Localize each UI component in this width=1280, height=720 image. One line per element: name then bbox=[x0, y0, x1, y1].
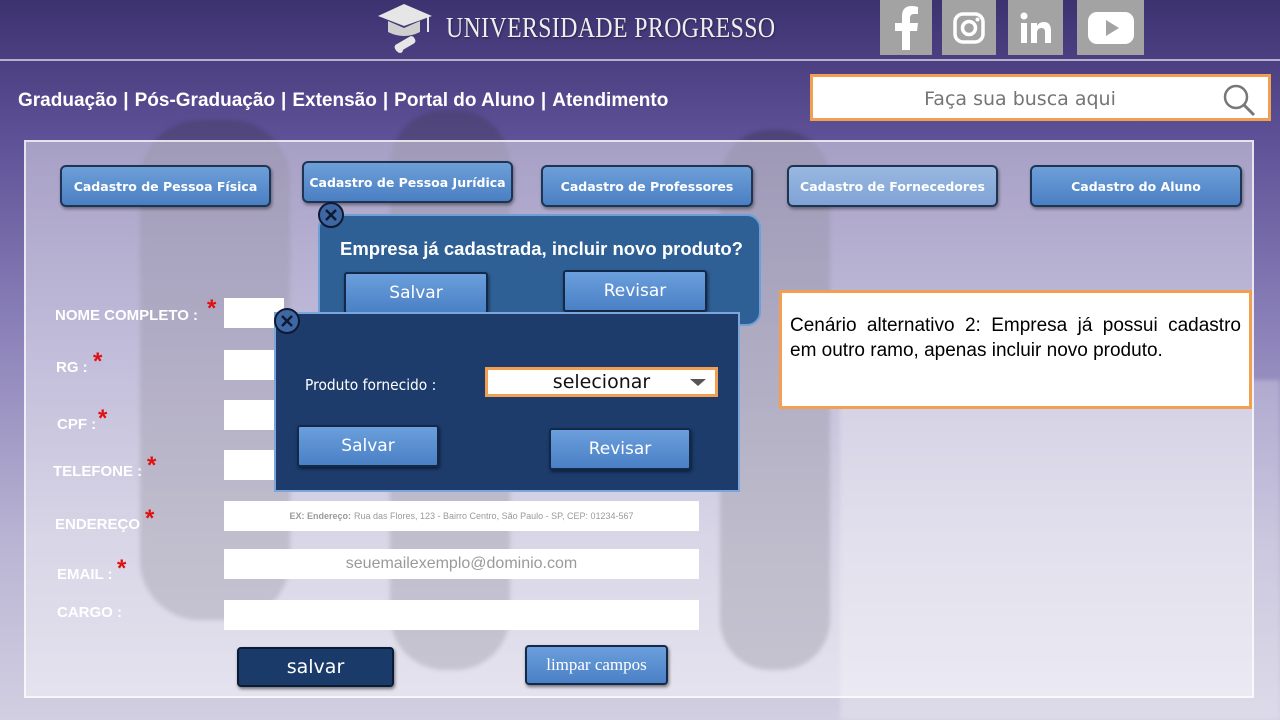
tab-aluno[interactable]: Cadastro do Aluno bbox=[1030, 165, 1242, 207]
search-box bbox=[810, 74, 1271, 121]
facebook-icon bbox=[895, 5, 918, 50]
label-rg: RG : bbox=[56, 359, 88, 376]
nav-item-pos-graduacao[interactable]: Pós-Graduação bbox=[135, 90, 275, 111]
product-select-value: selecionar bbox=[552, 371, 651, 393]
search-input[interactable] bbox=[823, 83, 1217, 115]
confirm-review-button[interactable]: Revisar bbox=[563, 270, 707, 312]
university-name: UNIVERSIDADE PROGRESSO bbox=[446, 11, 776, 44]
endereco-field[interactable]: EX: Endereço: Rua das Flores, 123 - Bairr… bbox=[224, 501, 699, 531]
nav-separator: | bbox=[540, 90, 547, 111]
tab-pessoa-fisica[interactable]: Cadastro de Pessoa Física bbox=[60, 165, 271, 207]
instagram-link[interactable] bbox=[942, 0, 996, 55]
nav-separator: | bbox=[382, 90, 389, 111]
close-product-dialog-button[interactable] bbox=[274, 308, 300, 334]
required-mark: * bbox=[117, 555, 127, 582]
required-mark: * bbox=[207, 295, 217, 322]
close-icon bbox=[281, 315, 293, 327]
chevron-down-icon bbox=[690, 379, 706, 386]
product-save-button[interactable]: Salvar bbox=[297, 425, 439, 467]
nav-item-graduacao[interactable]: Graduação bbox=[18, 90, 117, 111]
linkedin-icon bbox=[1020, 12, 1051, 43]
tab-professores[interactable]: Cadastro de Professores bbox=[541, 165, 753, 207]
scenario-note: Cenário alternativo 2: Empresa já possui… bbox=[779, 290, 1252, 409]
label-cpf: CPF : bbox=[57, 416, 97, 433]
nav-item-portal-aluno[interactable]: Portal do Aluno bbox=[394, 90, 535, 111]
telefone-field[interactable] bbox=[224, 450, 279, 480]
graduation-cap-icon bbox=[378, 4, 432, 53]
main-nav: Graduação | Pós-Graduação | Extensão | Portal … bbox=[18, 90, 668, 112]
confirm-save-button[interactable]: Salvar bbox=[344, 272, 488, 314]
linkedin-link[interactable] bbox=[1008, 0, 1063, 55]
rg-field[interactable] bbox=[224, 350, 279, 380]
cargo-field[interactable] bbox=[224, 600, 699, 630]
label-nome-completo: NOME COMPLETO : bbox=[55, 307, 199, 324]
search-icon[interactable] bbox=[1222, 83, 1256, 117]
nav-item-extensao[interactable]: Extensão bbox=[292, 90, 376, 111]
youtube-link[interactable] bbox=[1077, 0, 1144, 55]
youtube-icon bbox=[1087, 11, 1134, 44]
clear-fields-button[interactable]: limpar campos bbox=[525, 645, 668, 685]
tab-fornecedores[interactable]: Cadastro de Fornecedores bbox=[787, 165, 998, 207]
email-placeholder: seuemailexemplo@dominio.com bbox=[345, 555, 578, 572]
cpf-field[interactable] bbox=[224, 400, 279, 430]
required-mark: * bbox=[93, 348, 103, 375]
save-button[interactable]: salvar bbox=[237, 647, 394, 687]
label-endereco: ENDEREÇO bbox=[55, 516, 141, 533]
close-confirm-dialog-button[interactable] bbox=[318, 202, 344, 228]
email-field[interactable]: seuemailexemplo@dominio.com bbox=[224, 549, 699, 579]
scenario-note-text: Cenário alternativo 2: Empresa já possui… bbox=[790, 315, 1241, 361]
product-review-button[interactable]: Revisar bbox=[549, 428, 691, 470]
university-logo[interactable]: UNIVERSIDADE PROGRESSO bbox=[374, 0, 848, 56]
close-icon bbox=[325, 209, 337, 221]
product-select[interactable]: selecionar bbox=[485, 367, 718, 397]
nav-separator: | bbox=[123, 90, 129, 111]
required-mark: * bbox=[147, 452, 157, 479]
nav-item-atendimento[interactable]: Atendimento bbox=[552, 90, 668, 111]
nav-separator: | bbox=[281, 90, 287, 111]
label-telefone: TELEFONE : bbox=[53, 463, 143, 480]
instagram-icon bbox=[953, 11, 985, 44]
tab-pessoa-juridica[interactable]: Cadastro de Pessoa Jurídica bbox=[302, 161, 513, 203]
endereco-placeholder: EX: Endereço: Rua das Flores, 123 - Bairr… bbox=[289, 511, 634, 521]
label-email: EMAIL : bbox=[57, 566, 113, 583]
label-cargo: CARGO : bbox=[57, 604, 122, 621]
site-header: UNIVERSIDADE PROGRESSO bbox=[0, 0, 1280, 61]
confirm-question: Empresa já cadastrada, incluir novo prod… bbox=[340, 238, 743, 259]
facebook-link[interactable] bbox=[880, 0, 932, 55]
required-mark: * bbox=[145, 505, 155, 532]
required-mark: * bbox=[98, 405, 108, 432]
header-divider bbox=[0, 59, 1280, 61]
product-label: Produto fornecido : bbox=[305, 376, 437, 394]
